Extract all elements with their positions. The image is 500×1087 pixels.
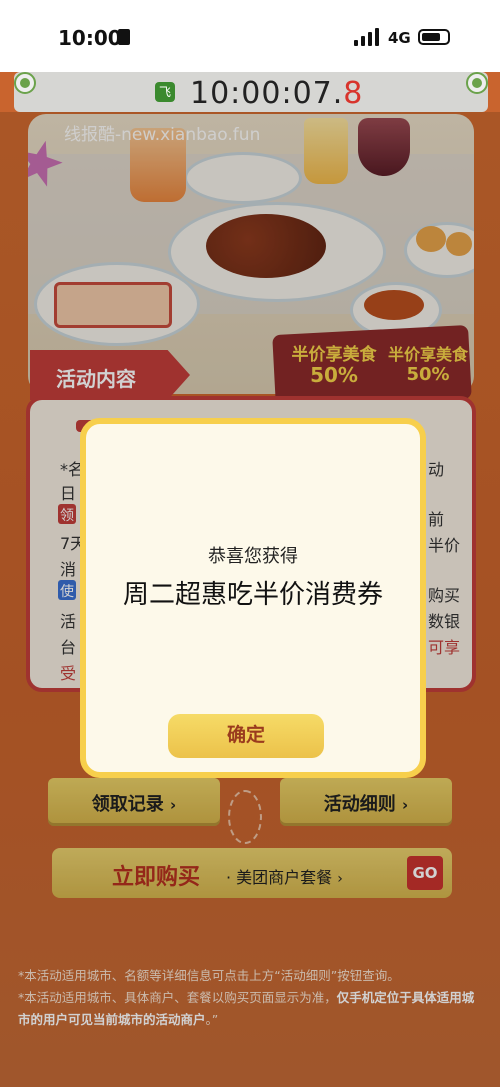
- clock-app-icon: 飞: [155, 82, 175, 102]
- dialog-title: 周二超惠吃半价消费券: [122, 580, 383, 610]
- battery-icon: [418, 29, 450, 45]
- confirm-button[interactable]: 确定: [168, 714, 324, 758]
- signal-icon: [354, 28, 380, 46]
- status-time: 10:00: [58, 26, 122, 50]
- floating-left-icon[interactable]: [14, 72, 36, 94]
- network-type: 4G: [388, 29, 411, 47]
- floating-right-icon[interactable]: [466, 72, 488, 94]
- dialog-subtitle: 恭喜您获得: [208, 546, 298, 567]
- sim-card-icon: [118, 29, 130, 45]
- clock-readout: 10:00:07.8: [190, 76, 364, 111]
